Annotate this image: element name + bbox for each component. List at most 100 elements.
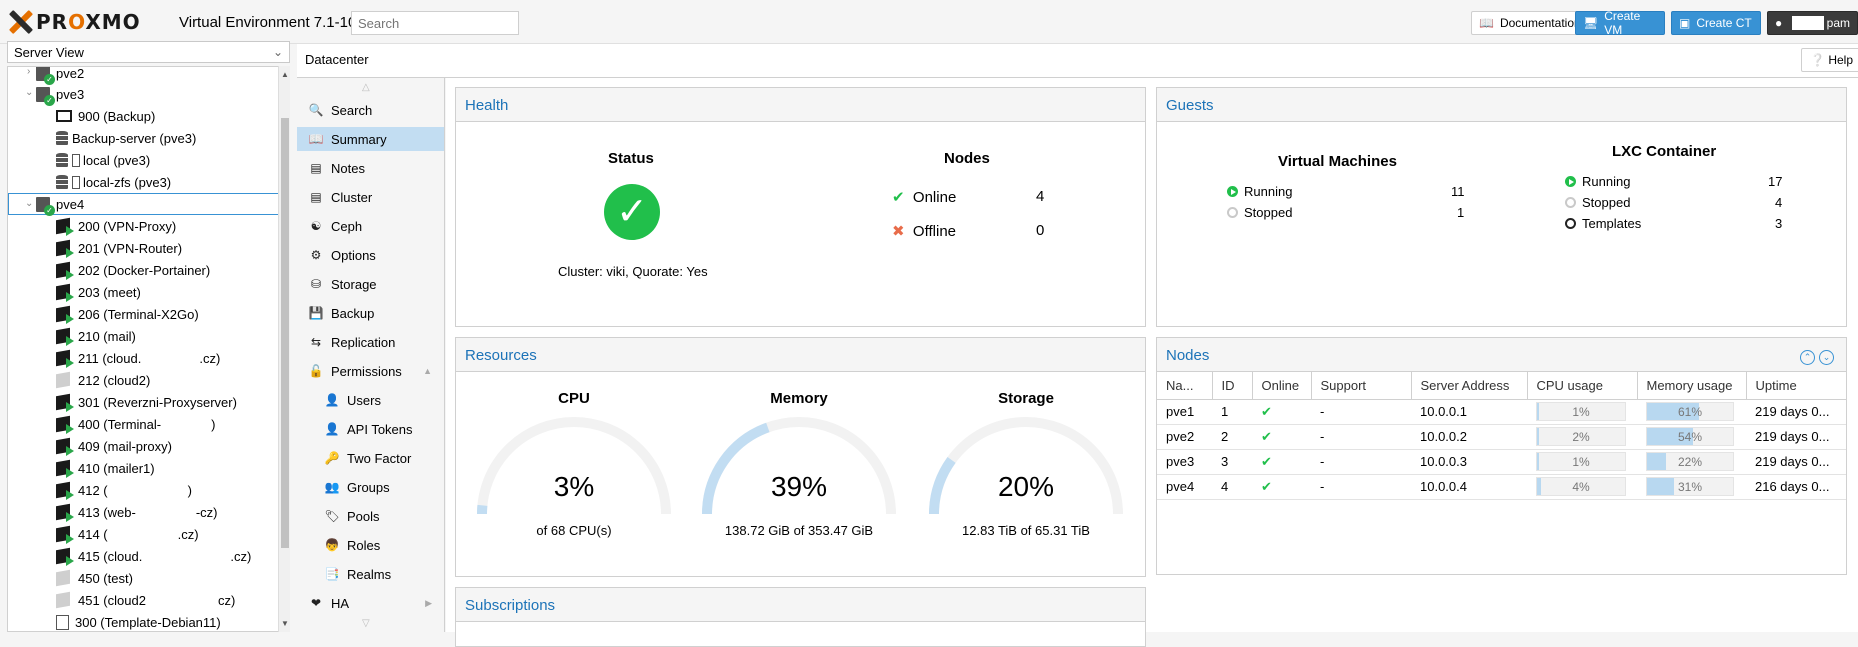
tree-item-ct[interactable]: 414 (.cz): [56, 523, 290, 545]
tree-item-storage[interactable]: Backup-server (pve3): [56, 127, 290, 149]
tags-icon: 🏷: [324, 509, 340, 523]
nav-api-tokens[interactable]: 👤API Tokens: [297, 417, 444, 441]
col-server-address[interactable]: Server Address: [1411, 372, 1527, 399]
scroll-down-icon[interactable]: ▼: [281, 619, 289, 628]
nodes-online-row: ✔ Online: [892, 188, 956, 206]
server-view-select[interactable]: Server View ⌄: [7, 41, 290, 63]
memory-usage-bar: 61%: [1646, 402, 1734, 421]
cpu-usage-bar: 1%: [1536, 402, 1626, 421]
table-row[interactable]: pve11✔-10.0.0.11%61%219 days 0...: [1157, 399, 1846, 424]
tree-item-ct[interactable]: 400 (Terminal-): [56, 413, 290, 435]
address-book-icon: 📑: [324, 567, 340, 581]
play-circle-icon: [1227, 186, 1238, 197]
tree-scrollbar[interactable]: ▲ ▼: [278, 66, 290, 632]
summary-content: Health Status ✓ Cluster: viki, Quorate: …: [446, 78, 1858, 632]
tree-item-ct[interactable]: 409 (mail-proxy): [56, 435, 290, 457]
page-title: Datacenter: [305, 52, 369, 67]
scroll-thumb[interactable]: [281, 118, 289, 548]
nav-notes[interactable]: ▤Notes: [297, 156, 444, 180]
search-input[interactable]: [351, 11, 519, 35]
nodes-offline-count: 0: [1036, 222, 1044, 239]
tree-item-ct[interactable]: 212 (cloud2): [56, 369, 290, 391]
nav-permissions[interactable]: 🔓Permissions▲: [297, 359, 444, 383]
vm-running-row: Running: [1227, 184, 1292, 199]
nav-ha[interactable]: ❤HA▶: [297, 591, 444, 615]
nav-search[interactable]: 🔍Search: [297, 98, 444, 122]
vm-stopped-row: Stopped: [1227, 205, 1292, 220]
nav-pools[interactable]: 🏷Pools: [297, 504, 444, 528]
gauge-fill: [707, 427, 768, 514]
documentation-button[interactable]: 📖Documentation: [1471, 11, 1587, 35]
expand-down-icon[interactable]: ⌄: [1819, 350, 1834, 365]
nav-cluster[interactable]: ▤Cluster: [297, 185, 444, 209]
tree-item-storage[interactable]: local (pve3): [56, 149, 290, 171]
container-running-icon: [56, 417, 72, 431]
tree-item-ct[interactable]: 413 (web--cz): [56, 501, 290, 523]
tree-item-ct[interactable]: 450 (test): [56, 567, 290, 589]
table-row[interactable]: pve22✔-10.0.0.22%54%219 days 0...: [1157, 424, 1846, 449]
help-button[interactable]: ❔ Help: [1801, 48, 1858, 72]
ceph-icon: ☯: [308, 219, 324, 233]
nav-replication[interactable]: ⇆Replication: [297, 330, 444, 354]
tree-item-ct[interactable]: 451 (cloud2cz): [56, 589, 290, 611]
tree-node-pve4[interactable]: ⌄ pve4: [8, 193, 280, 215]
table-row[interactable]: pve44✔-10.0.0.44%31%216 days 0...: [1157, 474, 1846, 499]
tree-node-pve3[interactable]: ⌄ pve3: [36, 83, 290, 105]
vm-running-count: 11: [1451, 184, 1465, 199]
tree-item-ct[interactable]: 206 (Terminal-X2Go): [56, 303, 290, 325]
collapse-up-icon[interactable]: ⌃: [1800, 350, 1815, 365]
col-online[interactable]: Online: [1252, 372, 1311, 399]
cube-icon: ▣: [1679, 16, 1690, 30]
col-name[interactable]: Na...: [1157, 372, 1212, 399]
tree-item-ct[interactable]: 412 (): [56, 479, 290, 501]
tree-item-ct[interactable]: 301 (Reverzni-Proxyserver): [56, 391, 290, 413]
nav-storage[interactable]: ⛁Storage: [297, 272, 444, 296]
col-memory-usage[interactable]: Memory usage: [1637, 372, 1746, 399]
nav-roles[interactable]: 👦Roles: [297, 533, 444, 557]
redacted-text: [142, 549, 230, 563]
col-support[interactable]: Support: [1311, 372, 1411, 399]
tree-item-ct[interactable]: 203 (meet): [56, 281, 290, 303]
node-address: 10.0.0.1: [1411, 399, 1527, 424]
scroll-up-icon[interactable]: ▲: [281, 70, 289, 79]
container-running-icon: [56, 505, 72, 519]
node-online-icon: [36, 66, 50, 81]
user-menu-button[interactable]: ●pam: [1767, 11, 1858, 35]
nav-two-factor[interactable]: 🔑Two Factor: [297, 446, 444, 470]
col-uptime[interactable]: Uptime: [1746, 372, 1846, 399]
nodes-panel: Nodes ⌃⌄ Na... ID Online Support Server …: [1156, 337, 1847, 575]
tree-item-ct[interactable]: 202 (Docker-Portainer): [56, 259, 290, 281]
memory-usage-bar: 54%: [1646, 427, 1734, 446]
tree-node-pve2[interactable]: › pve2: [36, 66, 290, 84]
tree-item-template[interactable]: 300 (Template-Debian11): [56, 611, 290, 632]
tree-item-storage[interactable]: local-zfs (pve3): [56, 171, 290, 193]
tree-item-ct[interactable]: 200 (VPN-Proxy): [56, 215, 290, 237]
nav-backup[interactable]: 💾Backup: [297, 301, 444, 325]
tree-item-ct[interactable]: 210 (mail): [56, 325, 290, 347]
create-ct-button[interactable]: ▣Create CT: [1671, 11, 1761, 35]
container-running-icon: [56, 351, 72, 365]
nodes-grid: Na... ID Online Support Server Address C…: [1157, 372, 1846, 500]
nav-ceph[interactable]: ☯Ceph: [297, 214, 444, 238]
col-id[interactable]: ID: [1212, 372, 1252, 399]
nav-options[interactable]: ⚙Options: [297, 243, 444, 267]
lxc-stopped-row: Stopped: [1565, 195, 1630, 210]
tree-item-ct[interactable]: 201 (VPN-Router): [56, 237, 290, 259]
nav-summary[interactable]: 📖Summary: [297, 127, 444, 151]
create-vm-button[interactable]: 🖥Create VM: [1575, 11, 1665, 35]
tree-item-ct[interactable]: 410 (mailer1): [56, 457, 290, 479]
nav-users[interactable]: 👤Users: [297, 388, 444, 412]
nav-scroll-down-icon[interactable]: ▽: [362, 618, 370, 629]
table-row[interactable]: pve33✔-10.0.0.31%22%219 days 0...: [1157, 449, 1846, 474]
nav-groups[interactable]: 👥Groups: [297, 475, 444, 499]
resource-gauges: CPU3%of 68 CPU(s)Memory39%138.72 GiB of …: [456, 372, 1145, 577]
col-cpu-usage[interactable]: CPU usage: [1527, 372, 1637, 399]
nav-scroll-up-icon[interactable]: △: [362, 82, 370, 93]
vm-running-icon: [56, 110, 72, 122]
proxmox-logo[interactable]: PROXMO: [8, 10, 141, 34]
nav-realms[interactable]: 📑Realms: [297, 562, 444, 586]
tree-item-ct[interactable]: 211 (cloud..cz): [56, 347, 290, 369]
tree-item-vm[interactable]: 900 (Backup): [56, 105, 290, 127]
container-running-icon: [56, 329, 72, 343]
tree-item-ct[interactable]: 415 (cloud..cz): [56, 545, 290, 567]
